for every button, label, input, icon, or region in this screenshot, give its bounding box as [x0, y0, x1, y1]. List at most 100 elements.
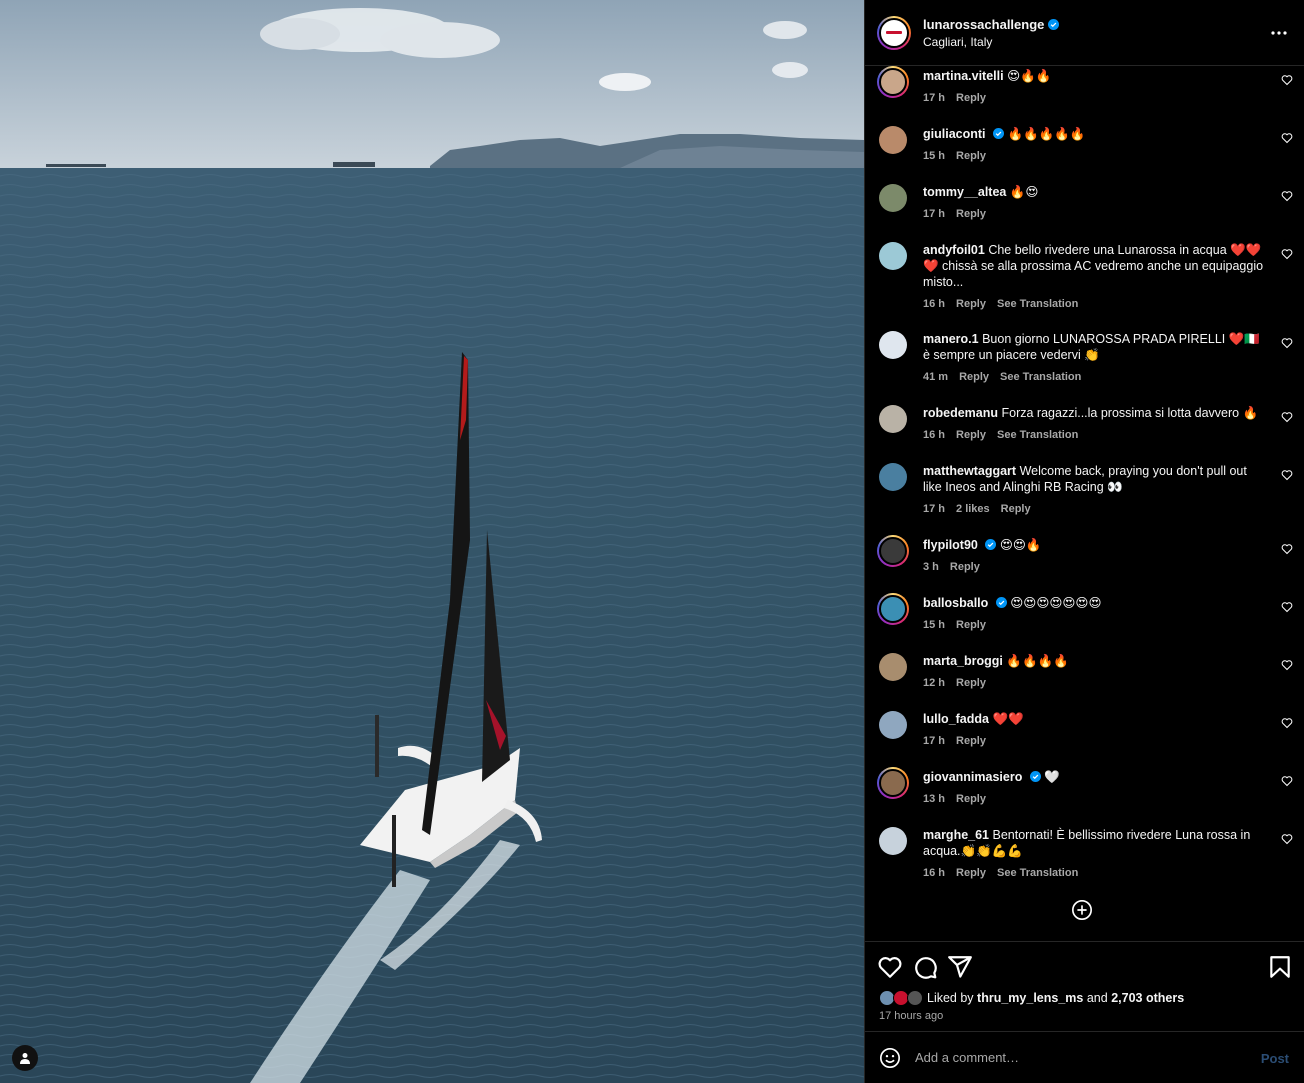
- see-translation-button[interactable]: See Translation: [1000, 369, 1081, 385]
- reply-button[interactable]: Reply: [956, 296, 986, 312]
- verified-badge-icon: [1029, 771, 1041, 782]
- like-comment-heart-icon[interactable]: [1281, 601, 1293, 613]
- commenter-username[interactable]: andyfoil01: [923, 243, 985, 257]
- comment-bubble-icon[interactable]: [912, 954, 938, 980]
- commenter-avatar[interactable]: [879, 242, 907, 270]
- like-comment-heart-icon[interactable]: [1281, 543, 1293, 555]
- commenter-username[interactable]: manero.1: [923, 332, 979, 346]
- comment-time[interactable]: 15 h: [923, 148, 945, 164]
- comment-time[interactable]: 15 h: [923, 617, 945, 633]
- commenter-avatar[interactable]: [879, 827, 907, 855]
- author-avatar[interactable]: [877, 15, 911, 50]
- commenter-username[interactable]: martina.vitelli: [923, 69, 1004, 83]
- post-location[interactable]: Cagliari, Italy: [923, 35, 1059, 49]
- commenter-avatar[interactable]: [877, 66, 909, 98]
- reply-button[interactable]: Reply: [1001, 501, 1031, 517]
- comment-time[interactable]: 41 m: [923, 369, 948, 385]
- liked-by-others[interactable]: 2,703 others: [1111, 991, 1184, 1005]
- comment-text: 🔥🔥🔥🔥🔥: [1007, 127, 1086, 141]
- see-translation-button[interactable]: See Translation: [997, 296, 1078, 312]
- commenter-username[interactable]: lullo_fadda: [923, 712, 989, 726]
- comment-time[interactable]: 16 h: [923, 296, 945, 312]
- commenter-username[interactable]: ballosballo: [923, 596, 988, 610]
- comment-time[interactable]: 16 h: [923, 865, 945, 881]
- commenter-username[interactable]: marta_broggi: [923, 654, 1003, 668]
- commenter-avatar[interactable]: [879, 463, 907, 491]
- liked-by-and: and: [1086, 991, 1108, 1005]
- like-comment-heart-icon[interactable]: [1281, 74, 1293, 86]
- reply-button[interactable]: Reply: [956, 675, 986, 691]
- see-translation-button[interactable]: See Translation: [997, 427, 1078, 443]
- comment-likes-count[interactable]: 2 likes: [956, 501, 990, 517]
- post-video[interactable]: [0, 0, 864, 1083]
- reply-button[interactable]: Reply: [956, 865, 986, 881]
- commenter-username[interactable]: matthewtaggart: [923, 464, 1016, 478]
- reply-button[interactable]: Reply: [956, 206, 986, 222]
- verified-badge-icon: [985, 539, 997, 550]
- save-bookmark-icon[interactable]: [1267, 954, 1293, 980]
- commenter-avatar[interactable]: [879, 331, 907, 359]
- liker-avatars: [879, 990, 925, 1006]
- comment-time[interactable]: 16 h: [923, 427, 945, 443]
- likes-summary[interactable]: Liked by thru_my_lens_ms and 2,703 other…: [879, 990, 1184, 1006]
- reply-button[interactable]: Reply: [956, 90, 986, 106]
- like-comment-heart-icon[interactable]: [1281, 337, 1293, 349]
- see-translation-button[interactable]: See Translation: [997, 865, 1078, 881]
- comment-time[interactable]: 17 h: [923, 501, 945, 517]
- reply-button[interactable]: Reply: [956, 148, 986, 164]
- sailing-boat-scene: [0, 0, 864, 1083]
- commenter-avatar[interactable]: [877, 535, 909, 567]
- verified-badge-icon: [1048, 18, 1060, 30]
- author-username[interactable]: lunarossachallenge: [923, 17, 1044, 32]
- post-comment-button[interactable]: Post: [1261, 1051, 1289, 1066]
- like-comment-heart-icon[interactable]: [1281, 411, 1293, 423]
- tagged-users-button[interactable]: [12, 1045, 38, 1071]
- like-heart-icon[interactable]: [877, 954, 903, 980]
- commenter-avatar[interactable]: [879, 184, 907, 212]
- commenter-username[interactable]: marghe_61: [923, 828, 989, 842]
- reply-button[interactable]: Reply: [956, 617, 986, 633]
- commenter-avatar[interactable]: [879, 711, 907, 739]
- liked-by-user[interactable]: thru_my_lens_ms: [977, 991, 1083, 1005]
- post-time-ago[interactable]: 17 hours ago: [879, 1010, 943, 1022]
- more-options-button[interactable]: [1267, 22, 1291, 44]
- comment-time[interactable]: 17 h: [923, 733, 945, 749]
- like-comment-heart-icon[interactable]: [1281, 132, 1293, 144]
- commenter-avatar[interactable]: [879, 653, 907, 681]
- comment-time[interactable]: 3 h: [923, 559, 939, 575]
- comment-time[interactable]: 17 h: [923, 206, 945, 222]
- reply-button[interactable]: Reply: [959, 369, 989, 385]
- commenter-avatar[interactable]: [879, 405, 907, 433]
- comments-list[interactable]: martina.vitelli 😍🔥🔥 17 h Reply giuliacon…: [865, 66, 1304, 941]
- commenter-username[interactable]: robedemanu: [923, 406, 998, 420]
- like-comment-heart-icon[interactable]: [1281, 248, 1293, 260]
- comment-time[interactable]: 13 h: [923, 791, 945, 807]
- commenter-username[interactable]: giuliaconti: [923, 127, 986, 141]
- reply-button[interactable]: Reply: [956, 427, 986, 443]
- reply-button[interactable]: Reply: [950, 559, 980, 575]
- commenter-username[interactable]: flypilot90: [923, 538, 978, 552]
- comment-text: Forza ragazzi...la prossima si lotta dav…: [1001, 406, 1259, 420]
- emoji-smiley-icon[interactable]: [879, 1047, 901, 1069]
- commenter-avatar[interactable]: [877, 767, 909, 799]
- add-comment-input[interactable]: [915, 1050, 1235, 1065]
- like-comment-heart-icon[interactable]: [1281, 469, 1293, 481]
- load-more-comments-plus-icon[interactable]: [1071, 899, 1093, 921]
- post-side-panel: lunarossachallenge Cagliari, Italy marti…: [864, 0, 1304, 1083]
- commenter-username[interactable]: tommy__altea: [923, 185, 1006, 199]
- instagram-post-view: lunarossachallenge Cagliari, Italy marti…: [0, 0, 1304, 1083]
- commenter-avatar[interactable]: [879, 126, 907, 154]
- like-comment-heart-icon[interactable]: [1281, 190, 1293, 202]
- like-comment-heart-icon[interactable]: [1281, 717, 1293, 729]
- comment-time[interactable]: 17 h: [923, 90, 945, 106]
- reply-button[interactable]: Reply: [956, 733, 986, 749]
- like-comment-heart-icon[interactable]: [1281, 833, 1293, 845]
- commenter-username[interactable]: giovannimasiero: [923, 770, 1022, 784]
- share-send-icon[interactable]: [947, 954, 973, 980]
- like-comment-heart-icon[interactable]: [1281, 659, 1293, 671]
- comment-time[interactable]: 12 h: [923, 675, 945, 691]
- like-comment-heart-icon[interactable]: [1281, 775, 1293, 787]
- reply-button[interactable]: Reply: [956, 791, 986, 807]
- comment-text: 🤍: [1044, 770, 1060, 784]
- commenter-avatar[interactable]: [877, 593, 909, 625]
